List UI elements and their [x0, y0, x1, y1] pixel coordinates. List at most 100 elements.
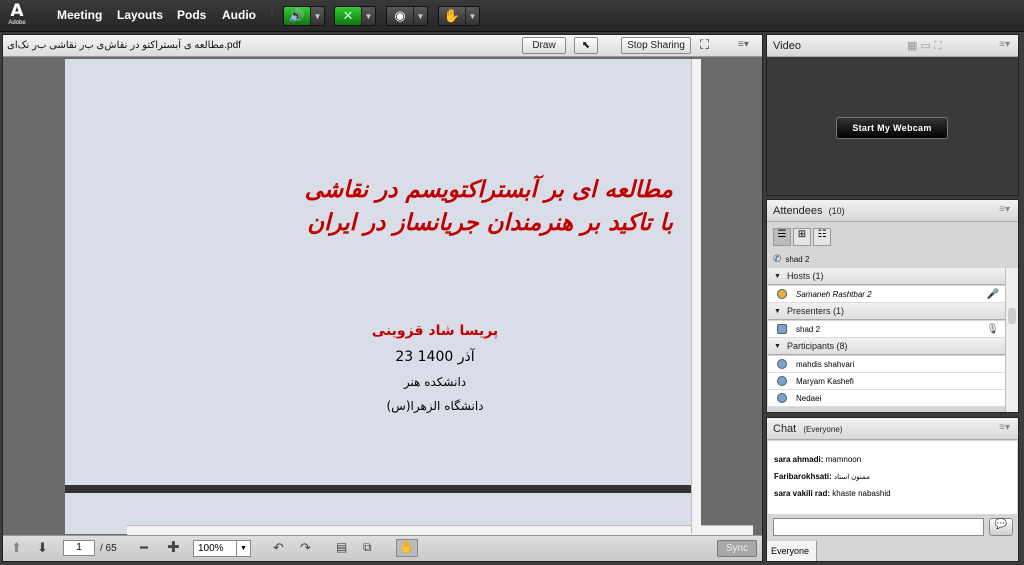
microphone-muted-icon: ✕ — [335, 7, 361, 25]
horizontal-scrollbar[interactable] — [127, 525, 753, 535]
chat-pod-header: Chat (Everyone) ≡▾ — [767, 418, 1018, 440]
grid-view-icon[interactable]: ⊞ — [793, 228, 811, 246]
video-pod: Video ▦ ▭ ⛶ ≡▾ Start My Webcam — [766, 34, 1019, 196]
page-number-input[interactable]: 1 — [63, 540, 95, 556]
presenter-name: shad 2 — [796, 324, 821, 334]
document-toolbar: ⬆ ⬇ 1 / 65 ━ ✚ 100% ▼ ↶ ↷ ▤ ⧉ ✋ Sync — [3, 535, 762, 561]
next-page-icon[interactable]: ⬇ — [37, 540, 48, 556]
participant-row[interactable]: Nedaei — [768, 390, 1005, 407]
single-page-icon[interactable]: ▤ — [336, 540, 347, 554]
presenter-row[interactable]: shad 2 🎙 — [768, 321, 1005, 338]
chat-author: sara vakili rad: — [774, 489, 831, 498]
slide-title-line1: مطالعه ای بر آبستراکتویسم در نقاشی — [304, 177, 673, 203]
sync-button[interactable]: Sync — [717, 540, 757, 557]
chat-pod-menu-icon[interactable]: ≡▾ — [999, 422, 1010, 433]
video-pod-title: Video — [773, 40, 801, 52]
microphone-dropdown-icon[interactable]: ▼ — [361, 7, 375, 25]
chat-scope: (Everyone) — [803, 425, 843, 434]
chat-pod: Chat (Everyone) ≡▾ sara ahmadi: mamnoon … — [766, 417, 1019, 562]
slide-title-line2: با تاکید بر هنرمندان جریانساز در ایران — [307, 210, 673, 236]
video-layout-icons[interactable]: ▦ ▭ ⛶ — [907, 39, 942, 53]
start-webcam-button[interactable]: Start My Webcam — [836, 117, 948, 139]
chat-title: Chat (Everyone) — [773, 423, 842, 435]
chat-author: sara ahmadi: — [774, 455, 824, 464]
chat-tab-everyone[interactable]: Everyone — [767, 541, 817, 561]
participant-row[interactable]: mahdis shahvari — [768, 356, 1005, 373]
fullscreen-icon[interactable]: ⛶ — [700, 37, 709, 53]
menu-pods[interactable]: Pods — [177, 8, 206, 22]
zoom-dropdown-icon: ▼ — [236, 541, 250, 556]
attendees-pod-header: Attendees (10) ≡▾ — [767, 200, 1018, 222]
webcam-dropdown-icon[interactable]: ▼ — [413, 7, 427, 25]
status-dropdown-icon[interactable]: ▼ — [465, 7, 479, 25]
zoom-select[interactable]: 100% ▼ — [193, 540, 251, 557]
participant-row[interactable]: Maryam Kashefi — [768, 373, 1005, 390]
mic-muted-icon: 🎤 — [986, 288, 999, 300]
top-menu-bar: A Adobe Meeting Layouts Pods Audio ⋮ 🔊 ▼… — [0, 0, 1024, 32]
raise-hand-button[interactable]: ✋ ▼ — [438, 6, 480, 26]
adobe-logo: A Adobe — [8, 1, 26, 27]
slide-date: 23 آذر 1400 — [395, 349, 475, 365]
participants-section-header[interactable]: ▼ Participants (8) — [768, 338, 1005, 355]
pointer-button[interactable]: ⬉ — [574, 37, 598, 54]
participant-name: Maryam Kashefi — [796, 376, 854, 386]
list-view-icon[interactable]: ☰ — [773, 228, 791, 246]
presenters-header: Presenters (1) — [786, 306, 844, 316]
menu-layouts[interactable]: Layouts — [117, 8, 163, 22]
speaker-icon: 🔊 — [284, 7, 310, 25]
speaker-button[interactable]: 🔊 ▼ — [283, 6, 325, 26]
menu-audio[interactable]: Audio — [222, 8, 256, 22]
participant-icon — [777, 376, 787, 386]
vertical-scrollbar[interactable] — [691, 59, 701, 534]
attendee-view-toggles: ☰ ⊞ ☷ — [773, 228, 833, 246]
zoom-in-icon[interactable]: ✚ — [167, 538, 180, 556]
share-pod-header: مطالعه ی آبستراکتو در نقاش‌ی ب‌ر نقاشی ب… — [3, 35, 762, 57]
collapse-icon: ▼ — [774, 307, 781, 315]
host-row[interactable]: Samaneh Rashtbar 2 🎤 — [768, 286, 1005, 303]
chat-input[interactable] — [773, 518, 984, 536]
pod-options-icon[interactable]: ≡▾ — [738, 39, 749, 50]
document-canvas: مطالعه ای بر آبستراکتویسم در نقاشی با تا… — [3, 57, 762, 535]
hosts-header: Hosts (1) — [786, 271, 824, 281]
video-pod-header: Video ▦ ▭ ⛶ ≡▾ — [767, 35, 1018, 57]
current-user: ✆ shad 2 — [773, 254, 809, 265]
chat-messages: sara ahmadi: mamnoon Faribarokhsati: ممن… — [768, 441, 1017, 514]
document-filename: مطالعه ی آبستراکتو در نقاش‌ی ب‌ر نقاشی ب… — [7, 40, 241, 51]
send-message-button[interactable]: 💬 — [989, 518, 1013, 536]
speaker-dropdown-icon[interactable]: ▼ — [310, 7, 324, 25]
two-page-icon[interactable]: ⧉ — [363, 540, 372, 555]
microphone-button[interactable]: ✕ ▼ — [334, 6, 376, 26]
host-name: Samaneh Rashtbar 2 — [796, 289, 872, 299]
hand-tool-button[interactable]: ✋ — [396, 539, 418, 557]
video-pod-menu-icon[interactable]: ≡▾ — [999, 39, 1010, 50]
attendees-title: Attendees (10) — [773, 205, 845, 217]
zoom-value: 100% — [198, 543, 224, 554]
toolbar-grip-icon: ⋮ — [268, 8, 276, 17]
slide-faculty: دانشکده هنر — [403, 375, 467, 389]
menu-meeting[interactable]: Meeting — [57, 8, 102, 22]
pointer-icon: ⬉ — [581, 40, 591, 51]
chat-text: khaste nabashid — [832, 489, 891, 498]
scroll-thumb[interactable] — [1008, 308, 1016, 324]
rotate-left-icon[interactable]: ↶ — [273, 540, 284, 556]
participant-name: mahdis shahvari — [796, 359, 855, 369]
rotate-right-icon[interactable]: ↷ — [300, 540, 311, 556]
previous-page-icon[interactable]: ⬆ — [11, 540, 22, 556]
participants-header: Participants (8) — [786, 341, 848, 351]
zoom-out-icon[interactable]: ━ — [140, 540, 148, 556]
host-icon — [777, 289, 787, 299]
current-user-name: shad 2 — [785, 255, 810, 264]
chat-text: mamnoon — [825, 455, 862, 464]
hosts-section-header[interactable]: ▼ Hosts (1) — [768, 268, 1005, 285]
stop-sharing-button[interactable]: Stop Sharing — [621, 37, 691, 54]
attendees-scrollbar[interactable] — [1005, 268, 1018, 412]
hand-tool-icon: ✋ — [399, 540, 415, 554]
draw-button[interactable]: Draw — [522, 37, 566, 54]
webcam-button[interactable]: ◉ ▼ — [386, 6, 428, 26]
status-view-icon[interactable]: ☷ — [813, 228, 831, 246]
presenters-section-header[interactable]: ▼ Presenters (1) — [768, 303, 1005, 320]
attendees-pod-menu-icon[interactable]: ≡▾ — [999, 204, 1010, 215]
chat-message: sara ahmadi: mamnoon — [774, 455, 861, 464]
chat-text: ممنون استاد — [834, 474, 870, 481]
participant-icon — [777, 359, 787, 369]
